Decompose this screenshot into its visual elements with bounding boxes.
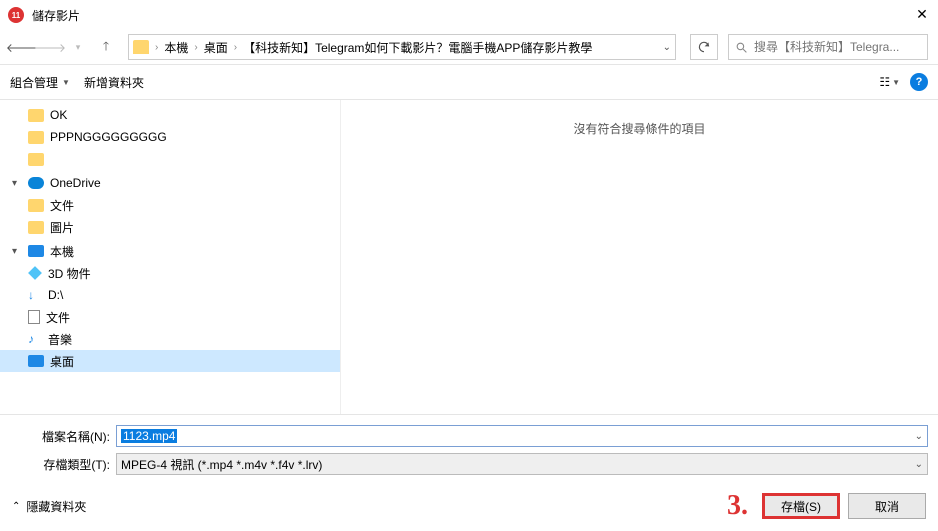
filename-input[interactable]: 1123.mp4 ⌄: [116, 425, 928, 447]
chevron-down-icon: ⌄: [915, 459, 923, 470]
filename-label: 檔案名稱(N):: [10, 428, 116, 445]
filename-value: 1123.mp4: [121, 429, 177, 443]
breadcrumb-sep: ›: [234, 42, 237, 53]
tree-label: OneDrive: [50, 176, 101, 190]
tree-item[interactable]: 文件: [0, 194, 340, 216]
music-icon: ♪: [28, 332, 42, 346]
view-options[interactable]: ☷ ▼: [879, 75, 900, 89]
view-icon: ☷: [879, 75, 888, 89]
hide-label: 隱藏資料夾: [26, 498, 86, 515]
organize-menu[interactable]: 組合管理 ▼: [10, 74, 70, 91]
chevron-up-icon: ⌃: [12, 501, 20, 512]
folder-icon: [133, 40, 149, 54]
tree-item[interactable]: ▾ OneDrive: [0, 172, 340, 194]
tree-item[interactable]: 圖片: [0, 216, 340, 238]
tree-label: D:\: [48, 288, 63, 302]
forward-button: 🡒: [38, 35, 62, 59]
address-bar[interactable]: › 本機 › 桌面 › 【科技新知】Telegram如何下載影片？電腦手機APP…: [128, 34, 676, 60]
tree-item[interactable]: OK: [0, 104, 340, 126]
tree-label: PPPNGGGGGGGGG: [50, 130, 167, 144]
onedrive-icon: [28, 177, 44, 189]
tree-label: 圖片: [50, 219, 74, 236]
newfolder-label: 新增資料夾: [84, 74, 144, 91]
tree-label: 文件: [50, 197, 74, 214]
breadcrumb-seg[interactable]: 【科技新知】Telegram如何下載影片？電腦手機APP儲存影片教學: [243, 39, 592, 56]
filetype-label: 存檔類型(T):: [10, 456, 116, 473]
download-icon: ↓: [28, 288, 42, 302]
window-title: 儲存影片: [32, 7, 80, 24]
chevron-down-icon[interactable]: ⌄: [915, 431, 923, 442]
save-fields: 檔案名稱(N): 1123.mp4 ⌄ 存檔類型(T): MPEG-4 視訊 (…: [0, 414, 938, 475]
breadcrumb-seg[interactable]: 桌面: [204, 39, 228, 56]
help-button[interactable]: ?: [910, 73, 928, 91]
filetype-select[interactable]: MPEG-4 視訊 (*.mp4 *.m4v *.f4v *.lrv) ⌄: [116, 453, 928, 475]
search-icon: [735, 41, 748, 54]
desktop-icon: [28, 355, 44, 367]
tree-label: 音樂: [48, 331, 72, 348]
tree-label: OK: [50, 108, 67, 122]
search-input[interactable]: [754, 40, 921, 54]
expand-icon[interactable]: ▾: [12, 246, 22, 257]
cancel-button[interactable]: 取消: [848, 493, 926, 519]
tree-item[interactable]: ↓ D:\: [0, 284, 340, 306]
back-button[interactable]: 🡐: [10, 35, 34, 59]
tree-item[interactable]: PPPNGGGGGGGGG: [0, 126, 340, 148]
tree-item[interactable]: [0, 148, 340, 170]
cube-icon: [28, 266, 42, 280]
save-button[interactable]: 存檔(S): [762, 493, 840, 519]
addr-dropdown[interactable]: ⌄: [663, 42, 671, 53]
folder-icon: [28, 199, 44, 212]
organize-label: 組合管理: [10, 74, 58, 91]
pc-icon: [28, 245, 44, 257]
refresh-icon: [697, 40, 711, 54]
up-button[interactable]: 🡑: [94, 35, 118, 59]
tree-item[interactable]: 文件: [0, 306, 340, 328]
body: OKPPPNGGGGGGGGG▾OneDrive文件圖片▾本機3D 物件↓D:\…: [0, 100, 938, 414]
tree-label: 文件: [46, 309, 70, 326]
breadcrumb-seg[interactable]: 本機: [164, 39, 188, 56]
tree-item[interactable]: 桌面: [0, 350, 340, 372]
folder-icon: [28, 153, 44, 166]
search-box[interactable]: [728, 34, 928, 60]
new-folder-button[interactable]: 新增資料夾: [84, 74, 144, 91]
tree-item[interactable]: 3D 物件: [0, 262, 340, 284]
nav-row: 🡐 🡒 ▾ 🡑 › 本機 › 桌面 › 【科技新知】Telegram如何下載影片…: [0, 30, 938, 64]
breadcrumb-sep: ›: [155, 42, 158, 53]
tree-label: 本機: [50, 243, 74, 260]
folder-icon: [28, 131, 44, 144]
folder-icon: [28, 221, 44, 234]
file-list: 沒有符合搜尋條件的項目: [340, 100, 938, 414]
toolbar: 組合管理 ▼ 新增資料夾 ☷ ▼ ?: [0, 64, 938, 100]
hide-folders-toggle[interactable]: ⌃ 隱藏資料夾: [12, 498, 86, 515]
filetype-value: MPEG-4 視訊 (*.mp4 *.m4v *.f4v *.lrv): [121, 456, 322, 473]
footer: ⌃ 隱藏資料夾 3. 存檔(S) 取消: [0, 481, 938, 531]
recent-dropdown[interactable]: ▾: [66, 35, 90, 59]
document-icon: [28, 310, 40, 324]
annotation-3: 3.: [727, 490, 748, 522]
chevron-down-icon: ▼: [62, 78, 70, 87]
tree-item[interactable]: ♪ 音樂: [0, 328, 340, 350]
tree-item[interactable]: ▾ 本機: [0, 240, 340, 262]
chevron-down-icon: ▼: [892, 78, 900, 87]
breadcrumb-sep: ›: [194, 42, 197, 53]
app-icon: 11: [8, 7, 24, 23]
folder-tree[interactable]: OKPPPNGGGGGGGGG▾OneDrive文件圖片▾本機3D 物件↓D:\…: [0, 100, 340, 414]
tree-label: 桌面: [50, 353, 74, 370]
refresh-button[interactable]: [690, 34, 718, 60]
tree-label: 3D 物件: [48, 265, 91, 282]
folder-icon: [28, 109, 44, 122]
title-bar: 11 儲存影片 ✕: [0, 0, 938, 30]
close-button[interactable]: ✕: [912, 4, 932, 24]
expand-icon[interactable]: ▾: [12, 178, 22, 189]
empty-message: 沒有符合搜尋條件的項目: [573, 120, 705, 137]
